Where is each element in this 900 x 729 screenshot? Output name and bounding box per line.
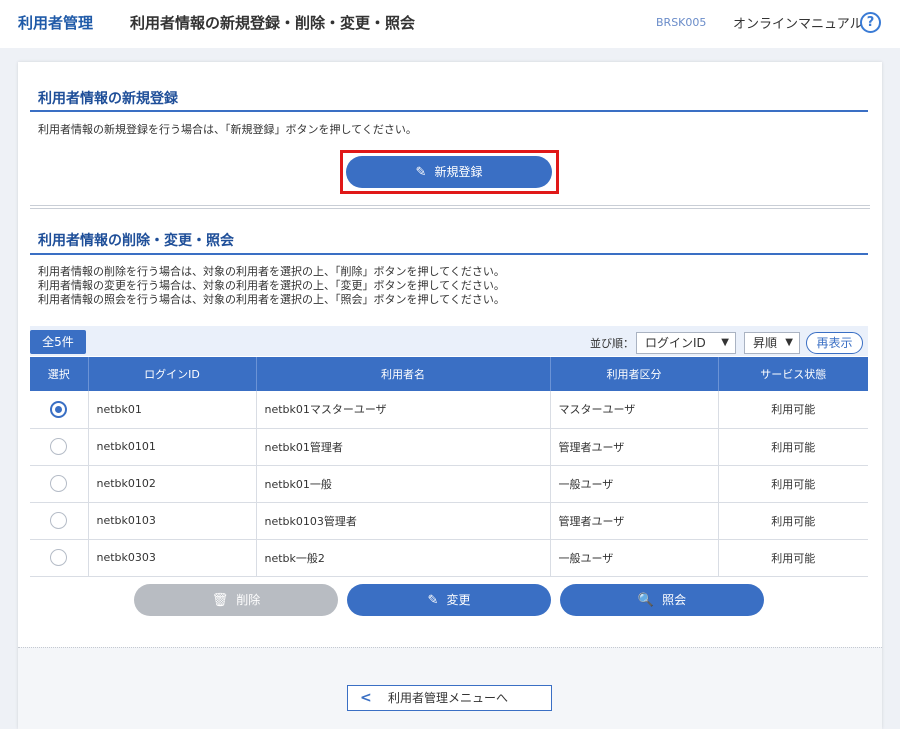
back-to-menu-button[interactable]: < 利用者管理メニューへ — [347, 685, 552, 711]
document-search-icon: 🔍 — [637, 593, 655, 608]
caret-down-icon: ▼ — [721, 337, 729, 348]
select-cell[interactable] — [30, 502, 89, 540]
col-header-user-type: 利用者区分 — [550, 357, 719, 391]
table-toolbar — [30, 326, 868, 356]
col-header-user-name: 利用者名 — [256, 357, 551, 391]
manage-description-inquiry: 利用者情報の照会を行う場合は、対象の利用者を選択の上、「照会」ボタンを押してくだ… — [38, 293, 505, 306]
trash-icon: 🗑 — [211, 593, 229, 608]
user-name-cell: netbk01マスターユーザ — [256, 391, 551, 429]
row-radio[interactable] — [50, 475, 68, 492]
register-description: 利用者情報の新規登録を行う場合は、「新規登録」ボタンを押してください。 — [38, 123, 417, 136]
manage-description-change: 利用者情報の変更を行う場合は、対象の利用者を選択の上、「変更」ボタンを押してくだ… — [38, 279, 505, 292]
caret-down-icon: ▼ — [785, 337, 793, 348]
inquiry-button[interactable]: 🔍 照会 — [560, 584, 764, 616]
table-row[interactable]: netbk01 netbk01マスターユーザ マスターユーザ 利用可能 — [30, 391, 868, 429]
user-name-cell: netbk01一般 — [256, 465, 551, 503]
table-row[interactable]: netbk0303 netbk一般2 一般ユーザ 利用可能 — [30, 539, 868, 577]
change-label: 変更 — [446, 593, 471, 607]
login-id-cell: netbk0303 — [88, 539, 257, 577]
sort-label: 並び順： — [590, 337, 634, 350]
back-to-menu-label: 利用者管理メニューへ — [388, 691, 509, 705]
row-radio[interactable] — [50, 512, 68, 529]
top-header: 利用者管理 利用者情報の新規登録・削除・変更・照会 BRSK005 オンラインマ… — [0, 0, 900, 48]
login-id-cell: netbk0101 — [88, 428, 257, 466]
highlight-frame — [340, 150, 559, 194]
manage-section-underline — [30, 253, 868, 255]
delete-label: 削除 — [236, 593, 261, 607]
user-name-cell: netbk01管理者 — [256, 428, 551, 466]
help-icon[interactable]: ? — [860, 12, 881, 33]
user-type-cell: 管理者ユーザ — [550, 502, 719, 540]
pencil-icon: ✎ — [427, 593, 439, 608]
delete-button[interactable]: 🗑 削除 — [134, 584, 338, 616]
users-table: 選択 ログインID 利用者名 利用者区分 サービス状態 netbk01 netb… — [30, 357, 868, 577]
user-type-cell: 一般ユーザ — [550, 465, 719, 503]
col-header-login-id: ログインID — [88, 357, 257, 391]
section-divider — [30, 205, 870, 209]
manage-section-title: 利用者情報の削除・変更・照会 — [38, 233, 234, 249]
row-radio[interactable] — [50, 549, 68, 566]
user-name-cell: netbk一般2 — [256, 539, 551, 577]
redisplay-button[interactable]: 再表示 — [806, 332, 863, 354]
service-status-cell: 利用可能 — [718, 465, 868, 503]
row-radio-selected[interactable] — [50, 400, 68, 418]
user-type-cell: 管理者ユーザ — [550, 428, 719, 466]
user-type-cell: マスターユーザ — [550, 391, 719, 429]
count-badge: 全5件 — [30, 330, 86, 354]
user-type-cell: 一般ユーザ — [550, 539, 719, 577]
service-status-cell: 利用可能 — [718, 539, 868, 577]
table-row[interactable]: netbk0102 netbk01一般 一般ユーザ 利用可能 — [30, 465, 868, 503]
sort-order-select[interactable]: 昇順 ▼ — [744, 332, 800, 354]
register-section-underline — [30, 110, 868, 112]
select-cell[interactable] — [30, 539, 89, 577]
table-header-row: 選択 ログインID 利用者名 利用者区分 サービス状態 — [30, 357, 868, 391]
service-status-cell: 利用可能 — [718, 391, 868, 429]
user-name-cell: netbk0103管理者 — [256, 502, 551, 540]
screen-id: BRSK005 — [656, 16, 707, 29]
app-title: 利用者管理 — [18, 14, 94, 32]
inquiry-label: 照会 — [662, 593, 687, 607]
page-title: 利用者情報の新規登録・削除・変更・照会 — [130, 14, 416, 32]
service-status-cell: 利用可能 — [718, 428, 868, 466]
sort-field-select[interactable]: ログインID ▼ — [636, 332, 736, 354]
row-radio[interactable] — [50, 438, 68, 455]
login-id-cell: netbk0102 — [88, 465, 257, 503]
col-header-service-status: サービス状態 — [718, 357, 868, 391]
select-cell[interactable] — [30, 391, 89, 429]
register-section-title: 利用者情報の新規登録 — [38, 91, 178, 107]
manage-description-delete: 利用者情報の削除を行う場合は、対象の利用者を選択の上、「削除」ボタンを押してくだ… — [38, 265, 505, 278]
login-id-cell: netbk0103 — [88, 502, 257, 540]
service-status-cell: 利用可能 — [718, 502, 868, 540]
sort-order-value: 昇順 — [753, 336, 778, 350]
table-row[interactable]: netbk0103 netbk0103管理者 管理者ユーザ 利用可能 — [30, 502, 868, 540]
select-cell[interactable] — [30, 465, 89, 503]
table-row[interactable]: netbk0101 netbk01管理者 管理者ユーザ 利用可能 — [30, 428, 868, 466]
col-header-select: 選択 — [30, 357, 89, 391]
login-id-cell: netbk01 — [88, 391, 257, 429]
sort-field-value: ログインID — [645, 336, 706, 350]
select-cell[interactable] — [30, 428, 89, 466]
chevron-left-icon: < — [360, 690, 372, 706]
change-button[interactable]: ✎ 変更 — [347, 584, 551, 616]
online-manual-link[interactable]: オンラインマニュアル — [733, 13, 863, 32]
